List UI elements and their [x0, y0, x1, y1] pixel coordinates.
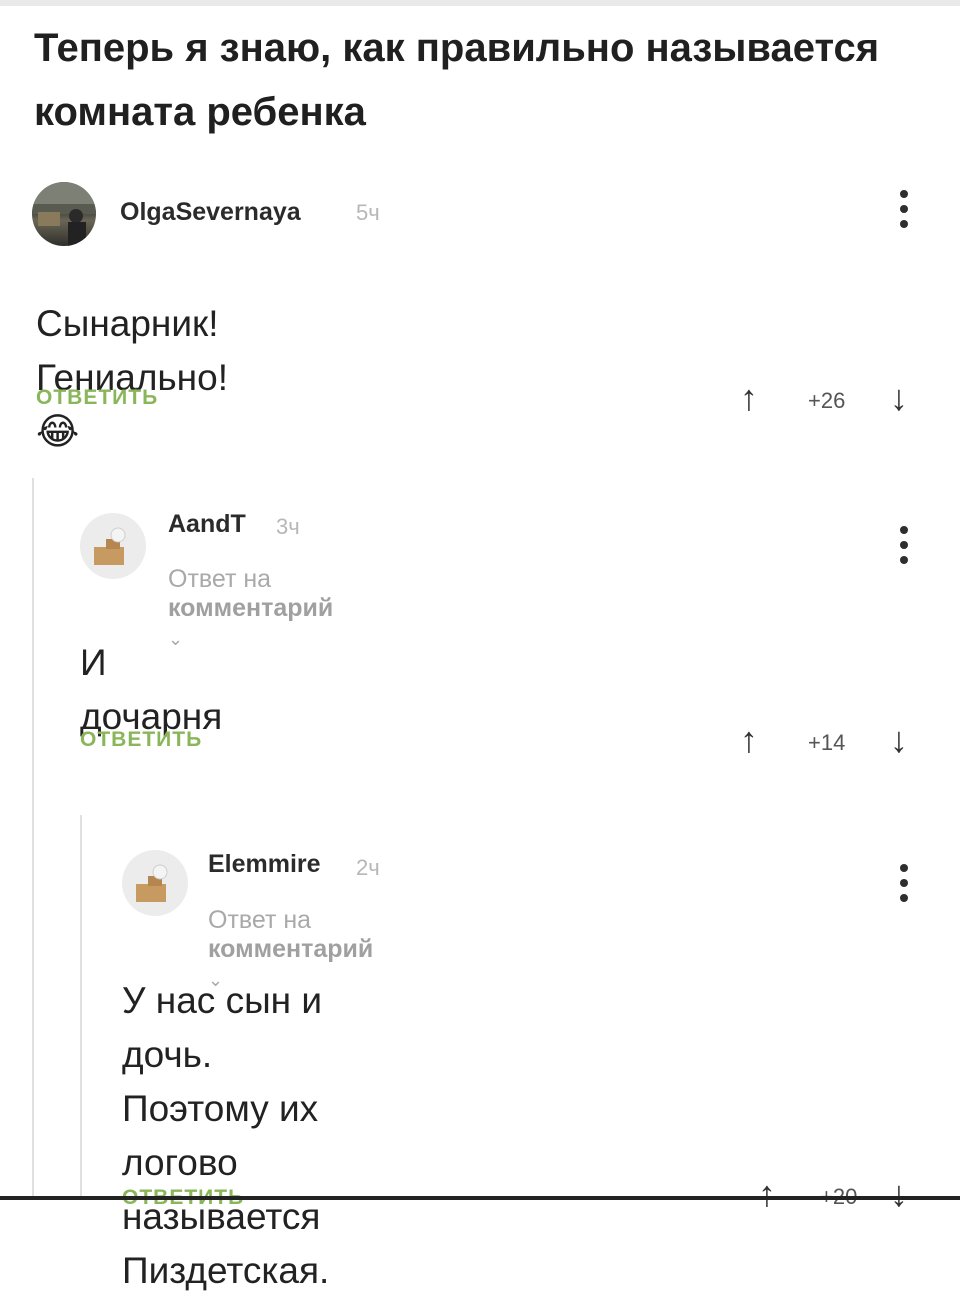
- score: +14: [808, 730, 846, 755]
- avatar[interactable]: [32, 182, 96, 246]
- reply-button[interactable]: ОТВЕТИТЬ: [36, 386, 158, 410]
- post-title: Теперь я знаю, как правильно называется …: [34, 26, 880, 134]
- username[interactable]: Elemmire: [208, 850, 321, 879]
- username[interactable]: AandT: [168, 510, 246, 539]
- thread-line: [32, 478, 34, 1200]
- top-edge: [0, 0, 960, 6]
- avatar[interactable]: [122, 850, 188, 916]
- score: +26: [808, 388, 846, 413]
- timestamp: 5ч: [356, 200, 380, 225]
- timestamp: 2ч: [356, 855, 380, 880]
- more-vertical-icon[interactable]: [899, 526, 909, 571]
- default-avatar-icon: [136, 864, 168, 902]
- thread-line: [80, 815, 82, 1200]
- default-avatar-icon: [94, 527, 126, 565]
- reply-to-target: комментарий: [168, 594, 334, 622]
- arrow-up-icon[interactable]: ↑: [740, 722, 758, 758]
- more-vertical-icon[interactable]: [899, 864, 909, 909]
- reply-button[interactable]: ОТВЕТИТЬ: [80, 728, 202, 752]
- arrow-up-icon[interactable]: ↑: [758, 1176, 776, 1212]
- reply-to-target: комментарий: [208, 935, 374, 963]
- bottom-edge: [0, 1196, 960, 1200]
- more-vertical-icon[interactable]: [899, 190, 909, 235]
- avatar-photo-icon: [32, 182, 96, 246]
- comment-text-line: У нас сын и дочь.: [122, 980, 323, 1075]
- arrow-down-icon[interactable]: ↓: [890, 1176, 908, 1212]
- reply-to-prefix: Ответ на: [168, 565, 272, 593]
- arrow-up-icon[interactable]: ↑: [740, 380, 758, 416]
- username[interactable]: OlgaSevernaya: [120, 198, 301, 227]
- comment-text: Сынарник! Гениально! 😂: [36, 303, 228, 452]
- arrow-down-icon[interactable]: ↓: [890, 380, 908, 416]
- timestamp: 3ч: [276, 514, 300, 539]
- reply-to-prefix: Ответ на: [208, 906, 312, 934]
- avatar[interactable]: [80, 513, 146, 579]
- comment-text-line: Пиздетская.: [122, 1250, 330, 1291]
- arrow-down-icon[interactable]: ↓: [890, 722, 908, 758]
- comment-text: У нас сын и дочь. Поэтому их логово назы…: [122, 974, 329, 1298]
- comment-text-line: Поэтому их логово называется: [122, 1088, 321, 1237]
